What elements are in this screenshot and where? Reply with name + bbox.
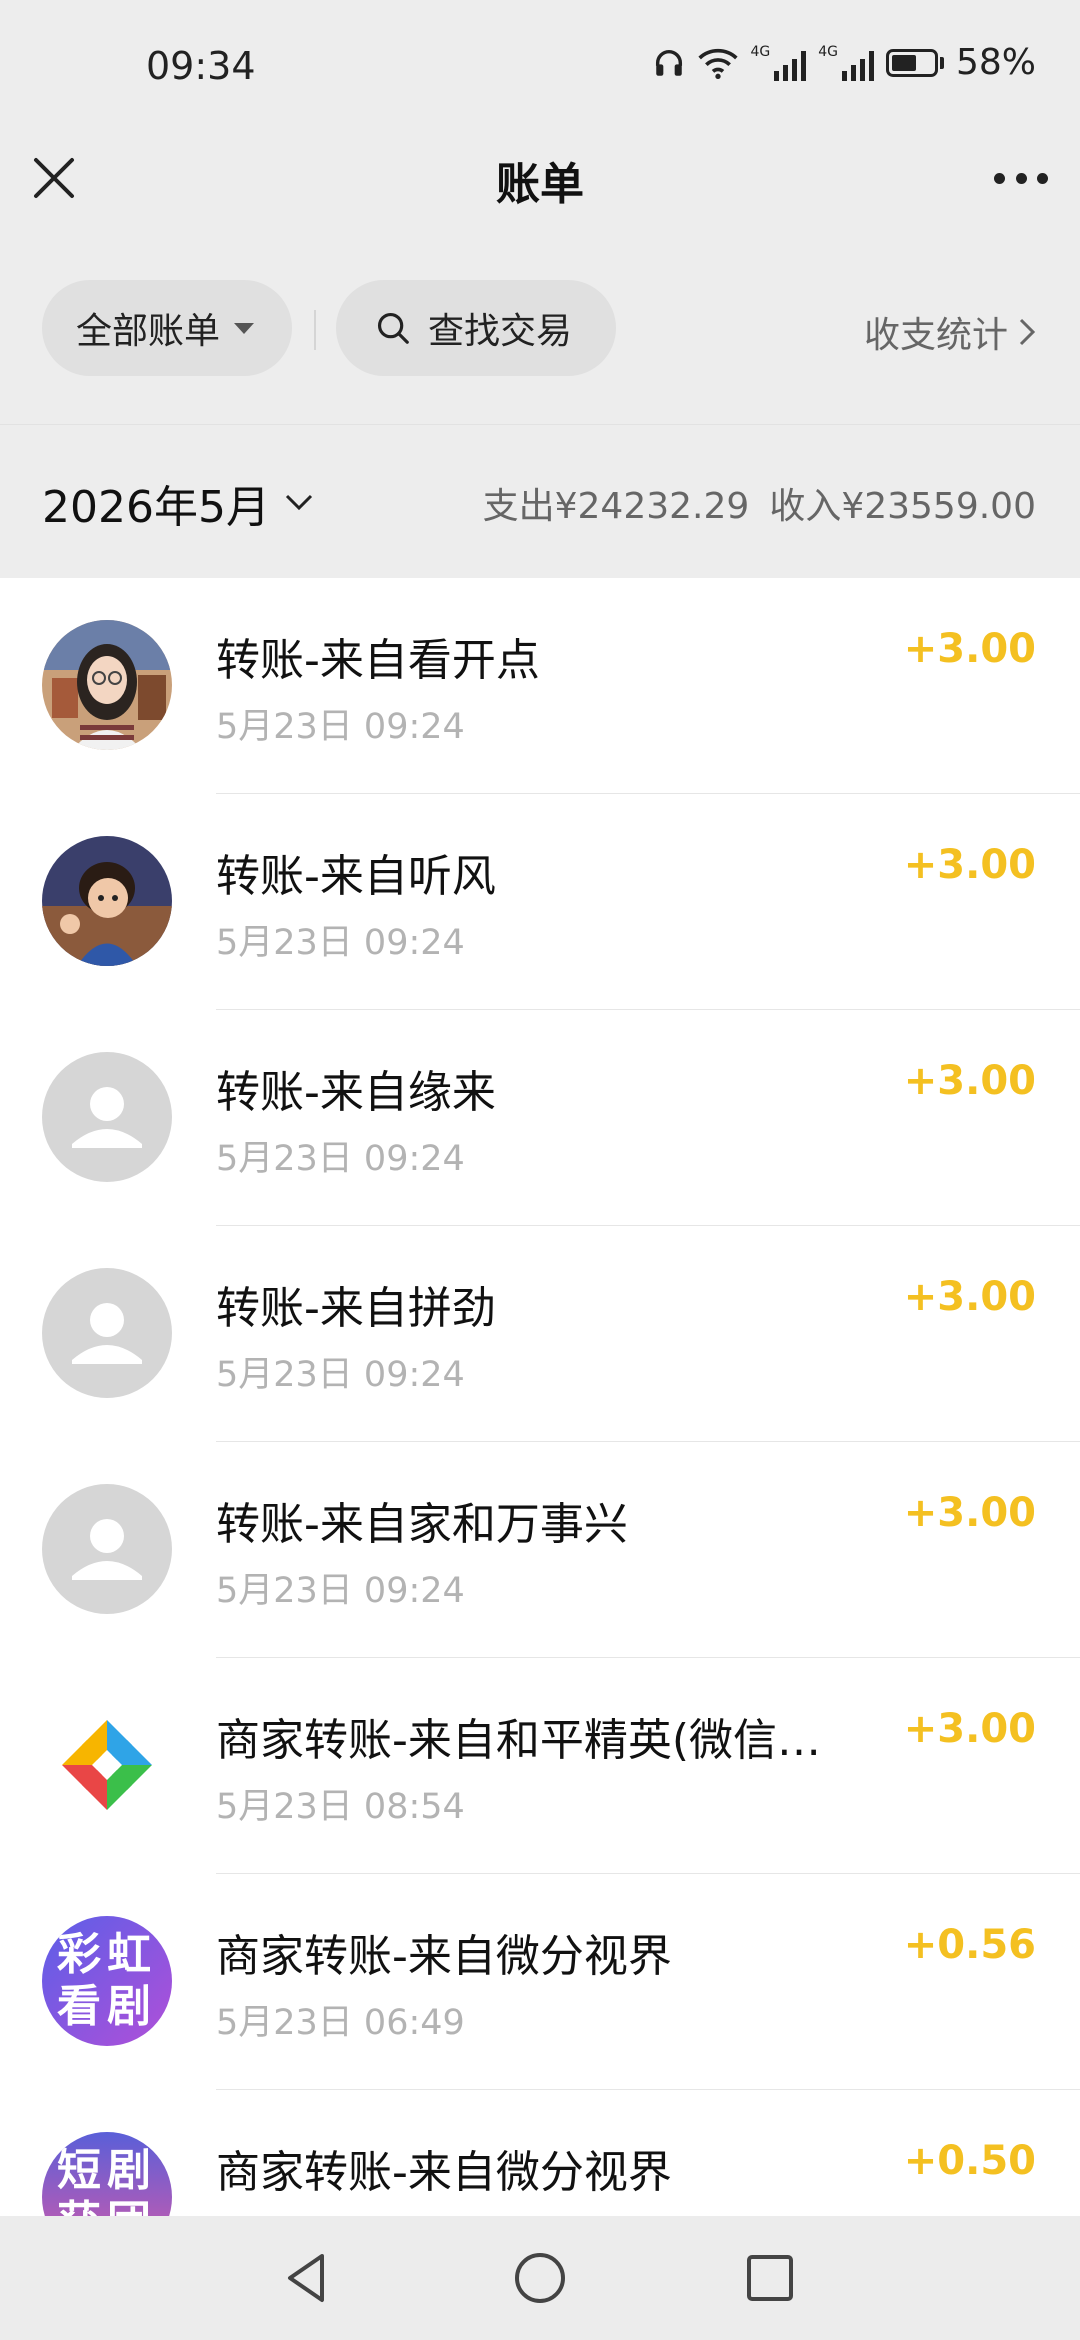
avatar-text-line: 彩虹 — [57, 1929, 157, 1980]
transaction-amount: +3.00 — [903, 1490, 1036, 1536]
transaction-amount: +0.56 — [903, 1922, 1036, 1968]
divider — [314, 310, 316, 350]
system-nav-bar — [0, 2216, 1080, 2340]
all-bills-label: 全部账单 — [76, 311, 221, 352]
month-label: 2026年5月 — [42, 482, 270, 533]
income-total: 收入¥23559.00 — [769, 486, 1036, 527]
month-bar: 2026年5月 支出¥24232.29 收入¥23559.00 — [0, 424, 1080, 579]
avatar: 彩虹 看剧 — [42, 1916, 172, 2046]
battery-icon — [885, 48, 944, 77]
battery-percent: 58% — [955, 42, 1036, 83]
chevron-right-icon — [1019, 318, 1036, 346]
default-avatar-icon — [42, 1484, 172, 1614]
avatar — [42, 836, 172, 966]
avatar-text-line: 看剧 — [57, 1981, 157, 2032]
transaction-title: 商家转账-来自和平精英(微信… — [216, 1715, 822, 1766]
status-bar: 09:34 4G 4G 58% — [0, 0, 1080, 130]
transaction-title: 转账-来自拼劲 — [216, 1283, 496, 1334]
status-icons: 4G 4G 58% — [652, 42, 1036, 83]
game-logo-icon — [42, 1700, 172, 1830]
transaction-amount: +3.00 — [903, 626, 1036, 672]
page-title: 账单 — [496, 159, 584, 210]
transaction-time: 5月23日 09:24 — [216, 1139, 465, 1179]
search-label: 查找交易 — [428, 311, 573, 352]
transaction-amount: +3.00 — [903, 842, 1036, 888]
month-selector[interactable]: 2026年5月 — [42, 471, 314, 535]
caret-down-icon — [234, 322, 255, 334]
more-icon[interactable] — [994, 158, 1048, 198]
wifi-icon — [698, 48, 739, 79]
status-time: 09:34 — [146, 44, 256, 88]
transaction-amount: +3.00 — [903, 1058, 1036, 1104]
transaction-title: 转账-来自听风 — [216, 851, 496, 902]
chevron-down-icon — [285, 494, 313, 511]
stats-link[interactable]: 收支统计 — [864, 306, 1036, 358]
transaction-row[interactable]: 转账-来自听风 5月23日 09:24 +3.00 — [0, 794, 1080, 1010]
transaction-time: 5月23日 09:24 — [216, 1355, 465, 1395]
transaction-row[interactable]: 转账-来自拼劲 5月23日 09:24 +3.00 — [0, 1226, 1080, 1442]
transaction-row[interactable]: 转账-来自缘来 5月23日 09:24 +3.00 — [0, 1010, 1080, 1226]
transaction-list: 转账-来自看开点 5月23日 09:24 +3.00 转账-来自听风 5月23日… — [0, 578, 1080, 2306]
header: 账单 — [0, 130, 1080, 250]
transaction-title: 商家转账-来自微分视界 — [216, 2147, 672, 2198]
transaction-title: 转账-来自看开点 — [216, 635, 540, 686]
transaction-amount: +3.00 — [903, 1706, 1036, 1752]
avatar — [42, 620, 172, 750]
search-icon — [377, 312, 409, 344]
avatar-text-line: 短剧 — [57, 2145, 157, 2196]
stats-label: 收支统计 — [863, 315, 1008, 356]
transaction-time: 5月23日 09:24 — [216, 707, 465, 747]
month-summary: 支出¥24232.29 收入¥23559.00 — [483, 477, 1036, 529]
back-icon[interactable] — [278, 2248, 338, 2308]
transaction-row[interactable]: 商家转账-来自和平精英(微信… 5月23日 08:54 +3.00 — [0, 1658, 1080, 1874]
transaction-time: 5月23日 09:24 — [216, 923, 465, 963]
search-transactions-button[interactable]: 查找交易 — [336, 280, 616, 376]
transaction-row[interactable]: 转账-来自看开点 5月23日 09:24 +3.00 — [0, 578, 1080, 794]
signal-icon-1: 4G — [750, 45, 807, 81]
home-icon[interactable] — [510, 2248, 570, 2308]
transaction-time: 5月23日 09:24 — [216, 1571, 465, 1611]
transaction-title: 商家转账-来自微分视界 — [216, 1931, 672, 1982]
transaction-amount: +3.00 — [903, 1274, 1036, 1320]
default-avatar-icon — [42, 1268, 172, 1398]
transaction-time: 5月23日 06:49 — [216, 2003, 465, 2043]
transaction-amount: +0.50 — [903, 2138, 1036, 2184]
transaction-title: 转账-来自缘来 — [216, 1067, 496, 1118]
transaction-time: 5月23日 08:54 — [216, 1787, 465, 1827]
default-avatar-icon — [42, 1052, 172, 1182]
transaction-title: 转账-来自家和万事兴 — [216, 1499, 628, 1550]
filter-bar: 全部账单 查找交易 收支统计 — [0, 280, 1080, 380]
transaction-row[interactable]: 彩虹 看剧 商家转账-来自微分视界 5月23日 06:49 +0.56 — [0, 1874, 1080, 2090]
signal-icon-2: 4G — [818, 45, 874, 81]
expense-total: 支出¥24232.29 — [482, 486, 750, 527]
recents-icon[interactable] — [740, 2248, 800, 2308]
transaction-row[interactable]: 转账-来自家和万事兴 5月23日 09:24 +3.00 — [0, 1442, 1080, 1658]
all-bills-dropdown[interactable]: 全部账单 — [42, 280, 292, 376]
headphones-icon — [656, 49, 683, 76]
